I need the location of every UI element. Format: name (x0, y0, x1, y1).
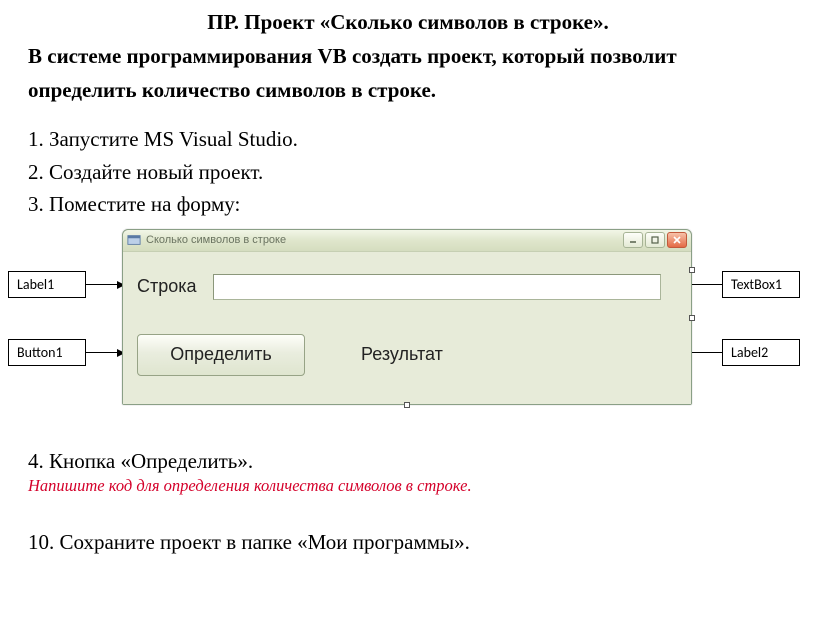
figure-area: Label1 Button1 TextBox1 Label2 Сколько с… (0, 229, 816, 429)
app-icon (127, 233, 141, 247)
doc-subtitle: В системе программирования VB создать пр… (0, 35, 816, 107)
step-3: 3. Поместите на форму: (28, 188, 788, 221)
close-button[interactable] (667, 232, 687, 248)
callout-button1: Button1 (8, 339, 86, 366)
callout-label1: Label1 (8, 271, 86, 298)
maximize-button[interactable] (645, 232, 665, 248)
step-10: 10. Сохраните проект в папке «Мои програ… (0, 496, 816, 555)
callout-label2: Label2 (722, 339, 800, 366)
step-4: 4. Кнопка «Определить». (0, 429, 816, 474)
form-textbox1[interactable] (213, 274, 661, 300)
window-buttons (623, 232, 687, 248)
form-body: Строка Определить Результат (123, 252, 691, 404)
step-2: 2. Создайте новый проект. (28, 156, 788, 189)
step-1: 1. Запустите MS Visual Studio. (28, 123, 788, 156)
steps-list: 1. Запустите MS Visual Studio. 2. Создай… (0, 107, 816, 221)
selection-handle (689, 267, 695, 273)
callout-textbox1: TextBox1 (722, 271, 800, 298)
form-label2: Результат (361, 344, 443, 365)
code-instruction: Напишите код для определения количества … (0, 474, 816, 496)
selection-handle (404, 402, 410, 408)
form-label1: Строка (137, 276, 197, 297)
minimize-button[interactable] (623, 232, 643, 248)
arrow-label1 (86, 284, 124, 286)
doc-title: ПР. Проект «Сколько символов в строке». (0, 0, 816, 35)
selection-handle (689, 315, 695, 321)
arrow-button1 (86, 352, 124, 354)
window-title: Сколько символов в строке (146, 234, 623, 246)
form-button1[interactable]: Определить (137, 334, 305, 376)
window-titlebar: Сколько символов в строке (123, 230, 691, 252)
form-window: Сколько символов в строке Строка Определ… (122, 229, 692, 405)
